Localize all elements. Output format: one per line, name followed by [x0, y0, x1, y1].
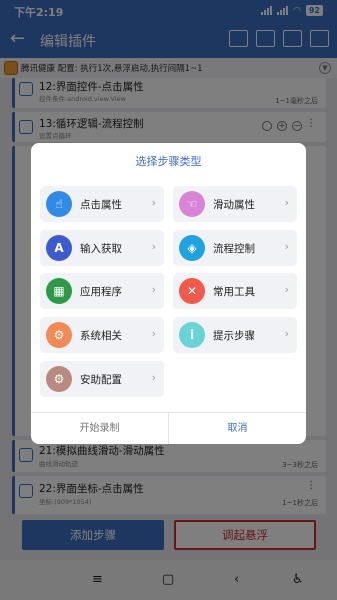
chevron-right-icon: › — [284, 196, 289, 209]
option-label: 点击属性 — [80, 199, 122, 211]
chevron-right-icon: › — [151, 196, 156, 209]
apps-grid-icon: ▦ — [46, 278, 72, 304]
chevron-right-icon: › — [151, 327, 156, 340]
option-swipe[interactable]: ☜ 滑动属性 › — [173, 186, 297, 222]
tools-icon: ✕ — [179, 278, 205, 304]
option-input[interactable]: A 输入获取 › — [40, 230, 164, 266]
swipe-hand-icon: ☜ — [179, 191, 205, 217]
gear-icon: ⚙ — [46, 322, 72, 348]
option-tools[interactable]: ✕ 常用工具 › — [173, 273, 297, 309]
cube-icon: ◈ — [179, 235, 205, 261]
option-label: 滑动属性 — [213, 199, 255, 211]
chevron-right-icon: › — [284, 240, 289, 253]
letter-a-icon: A — [46, 235, 72, 261]
option-label: 安助配置 — [80, 374, 122, 386]
dialog-title: 选择步骤类型 — [135, 155, 202, 168]
option-label: 流程控制 — [213, 243, 255, 255]
option-flow[interactable]: ◈ 流程控制 › — [173, 230, 297, 266]
chevron-right-icon: › — [151, 371, 156, 384]
cancel-button[interactable]: 取消 — [169, 413, 306, 444]
chevron-right-icon: › — [151, 283, 156, 296]
option-hint[interactable]: i 提示步骤 › — [173, 317, 297, 353]
settings-icon: ⚙ — [46, 366, 72, 392]
option-label: 输入获取 — [80, 243, 122, 255]
option-label: 应用程序 — [80, 286, 122, 298]
option-system[interactable]: ⚙ 系统相关 › — [40, 317, 164, 353]
start-recording-button[interactable]: 开始录制 — [31, 413, 168, 444]
option-label: 提示步骤 — [213, 330, 255, 342]
option-click[interactable]: ☝ 点击属性 › — [40, 186, 164, 222]
option-app[interactable]: ▦ 应用程序 › — [40, 273, 164, 309]
info-icon: i — [179, 322, 205, 348]
chevron-right-icon: › — [284, 283, 289, 296]
step-type-dialog: 选择步骤类型 ☝ 点击属性 › ☜ 滑动属性 › A 输入获取 › ◈ 流程控制… — [31, 143, 306, 444]
chevron-right-icon: › — [284, 327, 289, 340]
dialog-footer: 开始录制 取消 — [31, 412, 306, 444]
option-label: 系统相关 — [80, 330, 122, 342]
option-config[interactable]: ⚙ 安助配置 › — [40, 361, 164, 397]
option-label: 常用工具 — [213, 286, 255, 298]
hand-pointer-icon: ☝ — [46, 191, 72, 217]
chevron-right-icon: › — [151, 240, 156, 253]
